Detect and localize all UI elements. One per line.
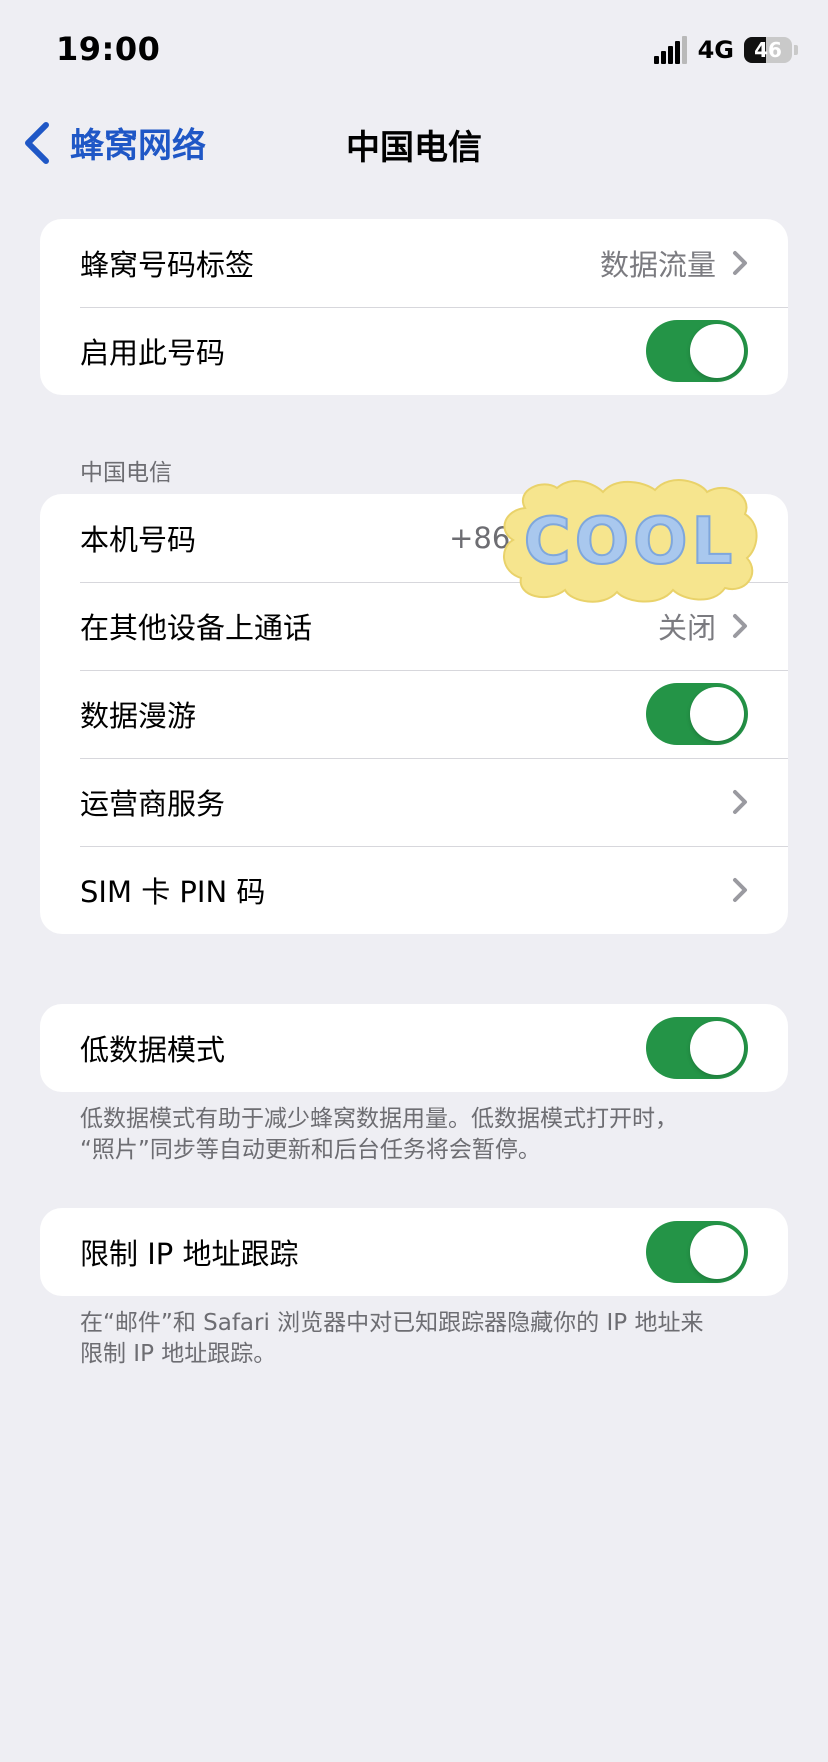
enable-number-toggle[interactable] [646,320,748,382]
row-label: 启用此号码 [80,336,226,370]
limit-ip-tracking-toggle[interactable] [646,1221,748,1283]
navigation-bar: 蜂窝网络 中国电信 [0,100,828,180]
row-label: 数据漫游 [80,699,197,733]
status-icons: 4G 46 [653,36,798,64]
carrier-services-row[interactable]: 运营商服务 [40,758,788,846]
chevron-right-icon [733,878,747,902]
low-data-footnote: 低数据模式有助于减少蜂窝数据用量。低数据模式打开时， “照片”同步等自动更新和后… [80,1104,740,1166]
settings-group-low-data: 低数据模式 [40,1004,788,1092]
row-label: 运营商服务 [80,787,226,821]
enable-number-row: 启用此号码 [40,307,788,395]
cool-sticker: COOL [503,479,758,603]
data-roaming-toggle[interactable] [646,683,748,745]
chevron-right-icon [733,614,747,638]
battery-tip [794,45,798,55]
data-roaming-row: 数据漫游 [40,670,788,758]
limit-ip-tracking-row: 限制 IP 地址跟踪 [40,1208,788,1296]
footnote-line: 在“邮件”和 Safari 浏览器中对已知跟踪器隐藏你的 IP 地址来 [80,1310,704,1336]
sticker-text: COOL [524,505,737,579]
footnote-line: “照片”同步等自动更新和后台任务将会暂停。 [80,1137,541,1163]
row-value: 关闭 [657,611,716,645]
settings-group-ip-tracking: 限制 IP 地址跟踪 [40,1208,788,1296]
row-label: 低数据模式 [80,1033,226,1067]
row-label: 在其他设备上通话 [80,611,313,645]
chevron-right-icon [733,251,747,275]
battery-percent: 46 [754,38,782,62]
low-data-mode-toggle[interactable] [646,1017,748,1079]
network-type: 4G [697,36,734,64]
low-data-mode-row: 低数据模式 [40,1004,788,1092]
signal-icon [653,36,688,64]
row-label: 本机号码 [80,523,197,557]
row-label: SIM 卡 PIN 码 [80,875,266,909]
footnote-line: 低数据模式有助于减少蜂窝数据用量。低数据模式打开时， [80,1106,678,1132]
row-value: 数据流量 [599,248,716,282]
settings-group-line: 蜂窝号码标签 数据流量 启用此号码 [40,219,788,395]
page-title: 中国电信 [346,128,482,168]
cellular-label-row[interactable]: 蜂窝号码标签 数据流量 [40,219,788,307]
status-bar: 19:00 4G 46 [0,0,828,100]
status-time: 19:00 [56,30,161,68]
row-label: 蜂窝号码标签 [80,248,255,282]
row-label: 限制 IP 地址跟踪 [80,1237,299,1271]
chevron-right-icon [733,790,747,814]
section-header-carrier: 中国电信 [80,460,172,486]
sim-pin-row[interactable]: SIM 卡 PIN 码 [40,846,788,934]
battery-icon: 46 [744,37,792,63]
ip-tracking-footnote: 在“邮件”和 Safari 浏览器中对已知跟踪器隐藏你的 IP 地址来 限制 I… [80,1308,740,1370]
footnote-line: 限制 IP 地址跟踪。 [80,1341,277,1367]
